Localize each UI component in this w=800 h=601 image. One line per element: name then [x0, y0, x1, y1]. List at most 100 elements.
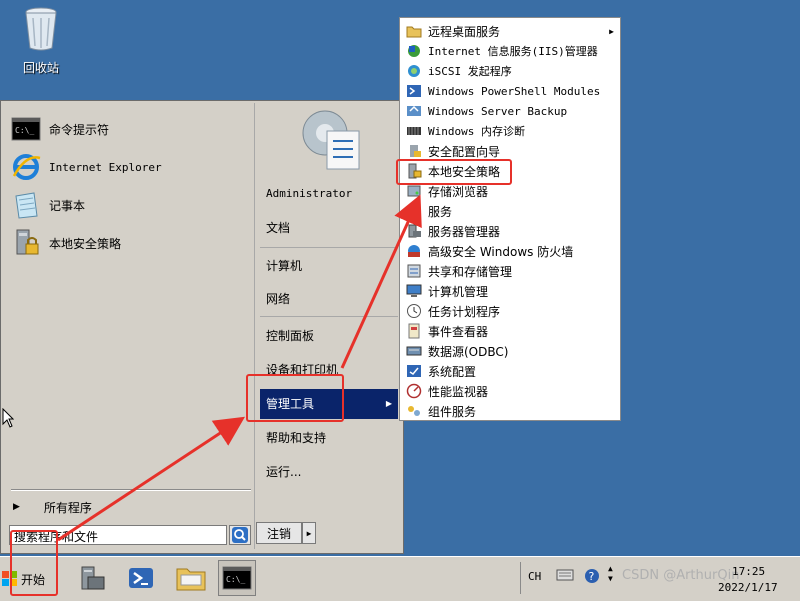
svg-text:?: ? — [589, 570, 595, 583]
admin-tool-item[interactable]: 安全配置向导 — [402, 141, 618, 161]
admin-tool-label: 存储浏览器 — [428, 184, 489, 199]
start-menu-left-pane: C:\_ 命令提示符 Internet Explorer 记事本 本地安全策略 … — [3, 103, 253, 549]
odbc-icon — [406, 346, 422, 356]
admin-tool-label: Windows Server Backup — [428, 104, 568, 118]
iis-icon — [408, 45, 420, 57]
right-item-run[interactable]: 运行... — [260, 457, 398, 487]
clock-time[interactable]: 17:25 — [732, 565, 765, 578]
pane-divider — [254, 103, 255, 549]
right-item-documents[interactable]: 文档 — [260, 213, 398, 243]
admin-tool-item[interactable]: 高级安全 Windows 防火墙 — [402, 241, 618, 261]
cmd-icon: C:\_ — [11, 117, 41, 141]
right-item-help-support[interactable]: 帮助和支持 — [260, 423, 398, 453]
admin-tool-item[interactable]: Windows 内存诊断 — [402, 121, 618, 141]
server-manager-icon — [408, 224, 421, 238]
admin-tool-item[interactable]: Windows Server Backup — [402, 101, 618, 121]
triangle-right-icon: ▶ — [13, 502, 20, 512]
admin-tool-label: 服务器管理器 — [428, 224, 501, 239]
admin-tool-item[interactable]: 共享和存储管理 — [402, 261, 618, 281]
mouse-cursor-icon — [2, 408, 14, 428]
services-icon — [407, 204, 419, 216]
svg-text:C:\_: C:\_ — [15, 126, 34, 135]
taskbar-server-manager[interactable] — [72, 560, 110, 596]
admin-tool-item[interactable]: 事件查看器 — [402, 321, 618, 341]
component-icon — [408, 406, 420, 416]
admin-tool-item[interactable]: iSCSI 发起程序 — [402, 61, 618, 81]
admin-tool-label: 安全配置向导 — [428, 144, 501, 159]
admin-tool-label: 高级安全 Windows 防火墙 — [428, 244, 574, 259]
memory-icon — [407, 127, 421, 135]
computer-management-icon — [406, 284, 422, 297]
annotation-box-admin-tools — [246, 374, 344, 422]
shutdown-options-button[interactable]: ▶ — [302, 522, 316, 544]
recycle-bin[interactable]: 回收站 — [14, 6, 68, 76]
right-item-computer[interactable]: 计算机 — [260, 251, 398, 281]
tray-arrows-icon[interactable]: ▲ ▼ — [608, 564, 613, 584]
share-icon — [407, 264, 421, 278]
folder-icon — [176, 568, 206, 591]
logoff-button[interactable]: 注销 — [256, 522, 302, 544]
admin-tool-item[interactable]: 数据源(ODBC) — [402, 341, 618, 361]
search-button[interactable] — [229, 525, 251, 545]
admin-tool-item[interactable]: 组件服务 — [402, 401, 618, 421]
triangle-right-icon: ▶ — [306, 528, 312, 538]
pinned-label: Internet Explorer — [49, 160, 162, 174]
security-policy-icon — [16, 229, 39, 255]
admin-tool-label: 任务计划程序 — [428, 304, 501, 319]
admin-tool-label: 系统配置 — [428, 364, 477, 379]
search-icon — [232, 527, 248, 543]
right-divider — [260, 247, 398, 248]
annotation-box-start — [10, 530, 58, 596]
taskbar-powershell[interactable] — [122, 560, 160, 596]
pinned-cmd[interactable]: C:\_ 命令提示符 — [11, 111, 251, 147]
svg-text:C:\_: C:\_ — [226, 575, 245, 584]
triangle-right-icon: ▶ — [609, 26, 614, 36]
admin-tool-item[interactable]: 计算机管理 — [402, 281, 618, 301]
admin-tool-label: 事件查看器 — [428, 324, 489, 339]
help-icon[interactable]: ? — [584, 568, 600, 584]
admin-tool-item[interactable]: 性能监视器 — [402, 381, 618, 401]
annotation-box-local-policy — [396, 159, 512, 185]
admin-tool-item[interactable]: Windows PowerShell Modules — [402, 81, 618, 101]
pinned-label: 记事本 — [49, 198, 86, 213]
admin-tool-label: 共享和存储管理 — [428, 264, 513, 279]
right-item-network[interactable]: 网络 — [260, 284, 398, 314]
admin-tool-label: Windows PowerShell Modules — [428, 84, 601, 98]
pinned-security-policy[interactable]: 本地安全策略 — [11, 225, 251, 261]
server-manager-icon — [81, 566, 105, 590]
all-programs-button[interactable]: ▶ 所有程序 — [13, 497, 243, 517]
admin-tool-item[interactable]: 系统配置 — [402, 361, 618, 381]
pinned-label: 命令提示符 — [49, 122, 110, 137]
user-name[interactable]: Administrator — [260, 179, 398, 209]
admin-tools-submenu: 远程桌面服务 ▶ Internet 信息服务(IIS)管理器 iSCSI 发起程序 Wi… — [399, 17, 621, 421]
right-divider — [260, 316, 398, 317]
clock-date[interactable]: 2022/1/17 — [718, 581, 778, 594]
admin-tool-item[interactable]: Internet 信息服务(IIS)管理器 — [402, 41, 618, 61]
powershell-icon — [407, 85, 421, 97]
pinned-notepad[interactable]: 记事本 — [11, 187, 251, 223]
pinned-ie[interactable]: Internet Explorer — [11, 149, 251, 185]
all-programs-divider — [11, 489, 251, 491]
admin-tool-label: 数据源(ODBC) — [428, 344, 509, 359]
admin-tool-item[interactable]: 服务 — [402, 201, 618, 221]
keyboard-icon[interactable] — [556, 568, 574, 582]
all-programs-label: 所有程序 — [43, 500, 92, 515]
recycle-bin-label: 回收站 — [22, 61, 59, 75]
clock-icon — [407, 304, 421, 318]
admin-tool-label: 远程桌面服务 — [428, 24, 501, 39]
recycle-bin-icon — [25, 7, 57, 51]
pinned-label: 本地安全策略 — [49, 236, 122, 251]
admin-tool-label: 性能监视器 — [428, 384, 489, 399]
ie-icon — [12, 154, 41, 180]
taskbar-cmd[interactable]: C:\_ — [218, 560, 256, 596]
event-viewer-icon — [408, 323, 420, 339]
msconfig-icon — [407, 365, 421, 377]
admin-tool-item[interactable]: 任务计划程序 — [402, 301, 618, 321]
taskbar-explorer[interactable] — [172, 560, 210, 596]
iscsi-icon — [408, 65, 420, 77]
language-indicator[interactable]: CH — [528, 570, 541, 583]
triangle-right-icon: ▶ — [385, 399, 392, 408]
admin-tool-item[interactable]: 服务器管理器 — [402, 221, 618, 241]
admin-tool-item[interactable]: 远程桌面服务 ▶ — [402, 21, 618, 41]
right-item-control-panel[interactable]: 控制面板 — [260, 321, 398, 351]
